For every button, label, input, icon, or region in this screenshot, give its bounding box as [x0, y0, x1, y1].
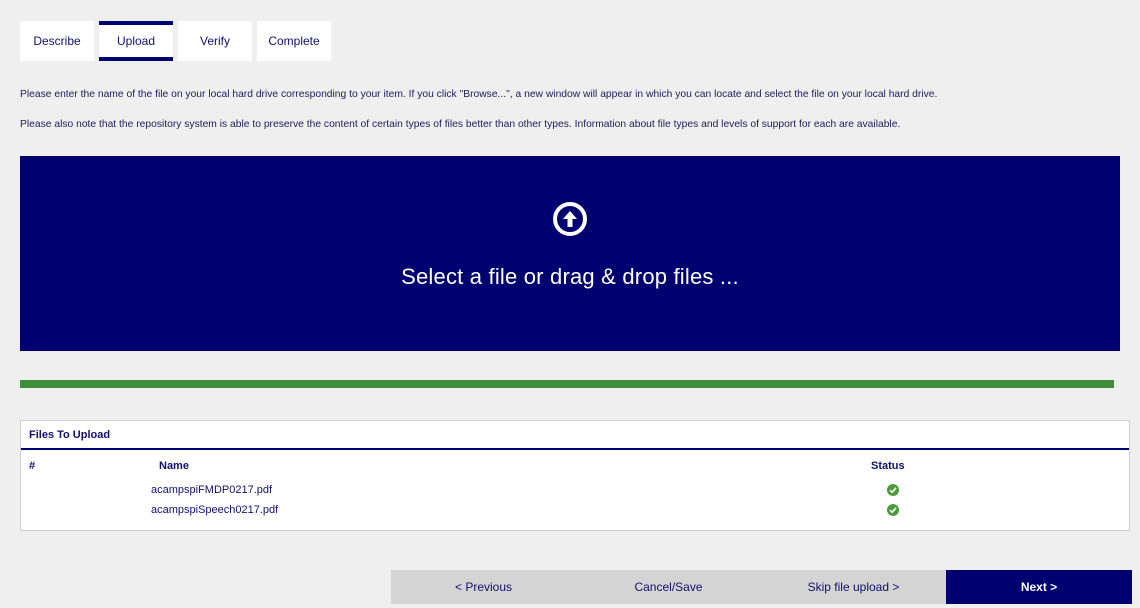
upload-progress-fill [20, 380, 1114, 388]
check-icon [887, 484, 899, 497]
instruction-browse: Please enter the name of the file on you… [20, 89, 938, 100]
tab-describe[interactable]: Describe [20, 21, 94, 61]
file-name: acampspiFMDP0217.pdf [151, 484, 273, 496]
files-to-upload-panel: Files To Upload # Name Status acampspiFM… [20, 420, 1130, 531]
arrow-up-circle-icon [553, 202, 587, 236]
column-header-name: Name [159, 460, 189, 472]
file-dropzone[interactable]: Select a file or drag & drop files ... [20, 156, 1120, 351]
cancel-save-button[interactable]: Cancel/Save [576, 570, 761, 604]
dropzone-label: Select a file or drag & drop files ... [401, 264, 739, 289]
column-header-number: # [29, 460, 36, 472]
table-row: acampspiFMDP0217.pdf [21, 480, 1129, 500]
previous-button[interactable]: < Previous [391, 570, 576, 604]
files-table: # Name Status acampspiFMDP0217.pdf acamp… [21, 450, 1129, 520]
tab-complete[interactable]: Complete [257, 21, 331, 61]
files-panel-title: Files To Upload [21, 421, 1129, 450]
instruction-file-types: Please also note that the repository sys… [20, 119, 901, 130]
check-icon [887, 504, 899, 517]
files-table-header: # Name Status [21, 450, 1129, 480]
table-row: acampspiSpeech0217.pdf [21, 500, 1129, 520]
tab-upload[interactable]: Upload [99, 21, 173, 61]
upload-instructions: Please enter the name of the file on you… [20, 89, 1130, 149]
file-name: acampspiSpeech0217.pdf [151, 504, 279, 516]
next-button[interactable]: Next > [946, 570, 1132, 604]
step-tabs: Describe Upload Verify Complete [20, 21, 331, 61]
upload-progress-bar [20, 380, 1114, 388]
skip-upload-button[interactable]: Skip file upload > [761, 570, 946, 604]
form-navigation: < Previous Cancel/Save Skip file upload … [391, 570, 1132, 604]
column-header-status: Status [871, 460, 905, 472]
tab-verify[interactable]: Verify [178, 21, 252, 61]
